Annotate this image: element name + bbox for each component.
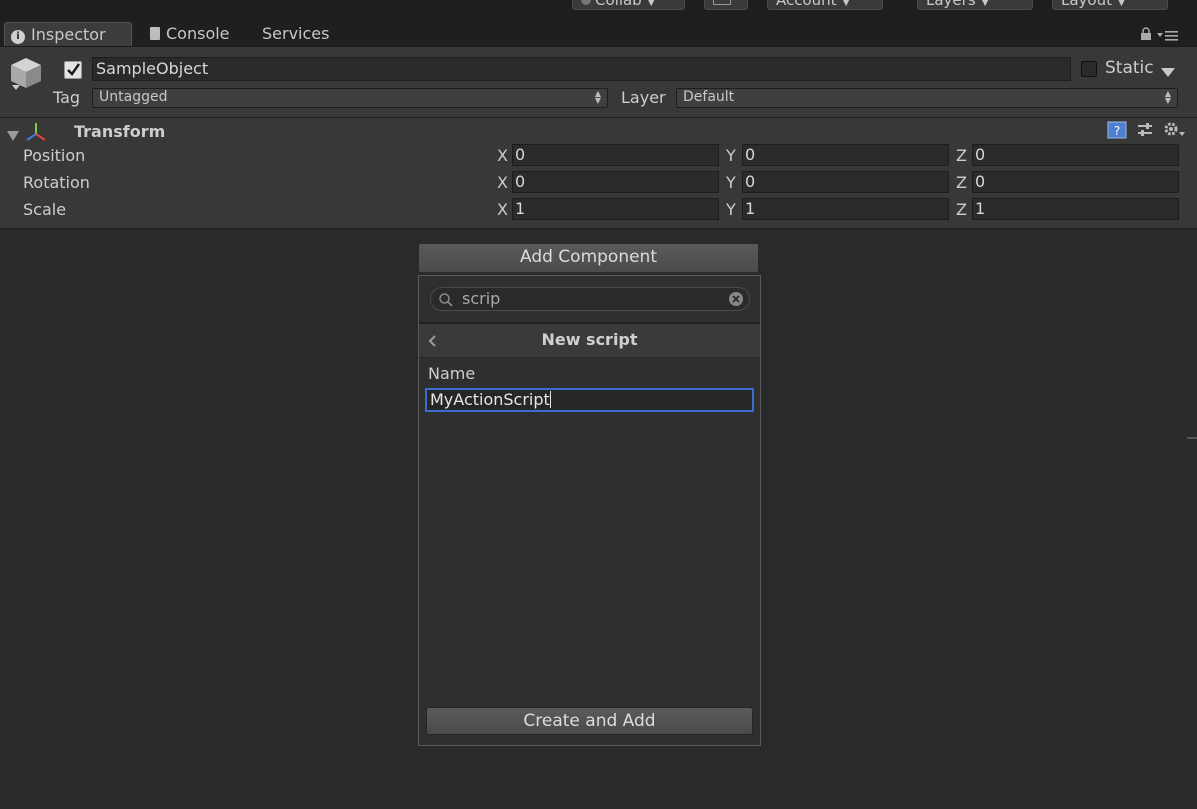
lock-icon[interactable] — [1140, 26, 1152, 40]
rotation-z-field[interactable]: 0 — [972, 171, 1179, 193]
tag-dropdown[interactable]: Untagged ▲ ▼ — [92, 88, 608, 108]
tab-console[interactable]: Console — [144, 22, 240, 46]
position-label: Position — [23, 146, 86, 165]
add-component-button[interactable]: Add Component — [418, 243, 759, 273]
layer-dropdown[interactable]: Default ▲ ▼ — [676, 88, 1178, 108]
position-z-label[interactable]: Z — [956, 146, 967, 165]
updown-arrows-icon: ▲ ▼ — [594, 89, 601, 105]
cloud-services-button[interactable] — [704, 0, 748, 10]
layers-dropdown[interactable]: Layers ▼ — [917, 0, 1033, 10]
tab-label: Console — [166, 24, 230, 43]
transform-title: Transform — [74, 122, 166, 141]
tab-strip: i Inspector Console Services — [0, 20, 1197, 47]
add-component-panel: scrip New script Name MyActionScript Cre… — [418, 275, 761, 746]
position-z-field[interactable]: 0 — [972, 144, 1179, 166]
component-search-field[interactable]: scrip — [430, 287, 750, 311]
rotation-x-field[interactable]: 0 — [512, 171, 719, 193]
layout-dropdown[interactable]: Layout ▼ — [1052, 0, 1168, 10]
text-cursor — [549, 391, 551, 408]
script-name-value: MyActionScript — [430, 390, 550, 409]
transform-component: Transform ? Position X 0 Y 0 Z 0 Rotatio… — [0, 118, 1197, 230]
account-label: Account — [776, 0, 837, 9]
scale-y-label[interactable]: Y — [726, 200, 736, 219]
active-checkbox[interactable] — [64, 61, 82, 79]
scrollbar-marker[interactable] — [1187, 437, 1197, 439]
top-toolbar: Collab ▼ Account ▼ Layers ▼ Layout ▼ — [0, 0, 1197, 20]
layer-label: Layer — [621, 88, 666, 107]
gear-icon[interactable] — [1162, 120, 1186, 140]
scale-x-label[interactable]: X — [497, 200, 508, 219]
create-and-add-button[interactable]: Create and Add — [426, 707, 753, 735]
clear-search-icon[interactable] — [728, 291, 744, 307]
layers-label: Layers — [926, 0, 976, 9]
cloud-icon — [581, 0, 591, 5]
search-icon — [438, 292, 454, 308]
static-checkbox[interactable] — [1081, 61, 1097, 77]
chevron-down-icon: ▼ — [1118, 0, 1125, 8]
inspector-header: SampleObject Static Tag Untagged ▲ ▼ Laye… — [0, 47, 1197, 118]
tab-label: Inspector — [31, 25, 106, 44]
scale-z-field[interactable]: 1 — [972, 198, 1179, 220]
help-icon[interactable]: ? — [1107, 121, 1127, 139]
layout-label: Layout — [1061, 0, 1112, 9]
transform-axes-icon — [25, 121, 47, 143]
static-label: Static — [1105, 58, 1154, 78]
console-icon — [150, 27, 160, 40]
chevron-down-icon: ▼ — [842, 0, 850, 8]
tab-label: Services — [262, 24, 330, 43]
script-name-label: Name — [428, 364, 476, 383]
collab-label: Collab — [595, 0, 642, 9]
tag-value: Untagged — [99, 89, 168, 105]
scale-z-label[interactable]: Z — [956, 200, 967, 219]
tab-services[interactable]: Services — [256, 22, 339, 46]
chevron-down-icon: ▼ — [981, 0, 989, 8]
chevron-down-icon: ▼ — [647, 0, 655, 8]
rotation-label: Rotation — [23, 173, 90, 192]
position-y-label[interactable]: Y — [726, 146, 736, 165]
rotation-y-field[interactable]: 0 — [742, 171, 949, 193]
static-dropdown-icon[interactable] — [1161, 63, 1175, 77]
scale-x-field[interactable]: 1 — [512, 198, 719, 220]
rotation-z-label[interactable]: Z — [956, 173, 967, 192]
position-y-field[interactable]: 0 — [742, 144, 949, 166]
gameobject-cube-icon — [8, 55, 44, 91]
script-name-input[interactable]: MyActionScript — [425, 388, 754, 412]
tag-label: Tag — [53, 88, 81, 107]
svg-text:?: ? — [1114, 124, 1120, 138]
collab-button[interactable]: Collab ▼ — [572, 0, 685, 10]
object-name-input[interactable]: SampleObject — [92, 57, 1071, 81]
search-input[interactable]: scrip — [462, 289, 500, 309]
panel-header: New script — [419, 322, 760, 358]
layer-value: Default — [683, 89, 735, 105]
position-x-field[interactable]: 0 — [512, 144, 719, 166]
position-x-label[interactable]: X — [497, 146, 508, 165]
tab-inspector[interactable]: i Inspector — [4, 22, 132, 46]
updown-arrows-icon: ▲ ▼ — [1164, 89, 1171, 105]
preset-icon[interactable] — [1136, 121, 1154, 139]
scale-label: Scale — [23, 200, 67, 219]
scale-y-field[interactable]: 1 — [742, 198, 949, 220]
info-icon: i — [11, 30, 25, 44]
account-dropdown[interactable]: Account ▼ — [767, 0, 883, 10]
rotation-x-label[interactable]: X — [497, 173, 508, 192]
panel-menu-icon[interactable] — [1157, 27, 1179, 41]
foldout-arrow-icon[interactable] — [7, 126, 19, 141]
cloud-services-icon — [713, 0, 731, 5]
rotation-y-label[interactable]: Y — [726, 173, 736, 192]
panel-title: New script — [541, 330, 638, 349]
